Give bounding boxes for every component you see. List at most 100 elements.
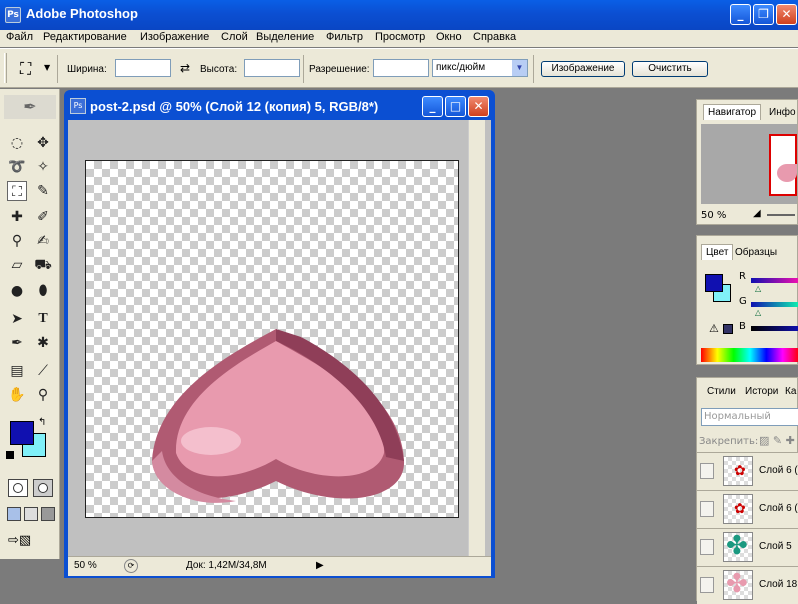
lock-icons[interactable]: ▨ ✎ ✚ — [759, 434, 795, 447]
tab-history[interactable]: Истори — [741, 384, 782, 399]
fg-swatch[interactable] — [705, 274, 723, 292]
marquee-tool-icon[interactable]: ◌ — [7, 133, 27, 153]
notes-tool-icon[interactable]: ▤ — [7, 361, 27, 381]
zoom-tool-icon[interactable]: ⚲ — [33, 385, 53, 405]
warning-icon[interactable]: ⚠ — [709, 322, 719, 335]
options-bar: ⛶ ▼ Ширина: ⇄ Высота: Разрешение: пикс/д… — [0, 48, 798, 88]
menu-help[interactable]: Справка — [473, 31, 516, 43]
layer-thumbnail: ✿ — [723, 456, 753, 486]
visibility-toggle[interactable] — [700, 501, 714, 517]
g-slider[interactable] — [751, 302, 798, 307]
image-button[interactable]: Изображение — [541, 61, 625, 77]
screen-mode-standard-icon[interactable] — [7, 507, 21, 521]
status-info-icon[interactable]: ⟳ — [124, 559, 138, 573]
menu-window[interactable]: Окно — [436, 31, 462, 43]
screen-mode-full-icon[interactable] — [41, 507, 55, 521]
close-button[interactable]: ✕ — [776, 4, 797, 25]
b-slider[interactable] — [751, 326, 798, 331]
r-slider[interactable] — [751, 278, 798, 283]
height-label: Высота: — [200, 64, 238, 75]
foreground-color-swatch-top[interactable] — [10, 421, 34, 445]
jump-to-imageready-icon[interactable]: ⇨▧ — [8, 533, 52, 551]
type-tool-icon[interactable]: T — [33, 309, 53, 329]
blend-mode-select[interactable]: Нормальный — [701, 408, 798, 426]
tab-info[interactable]: Инфо — [765, 105, 798, 120]
units-select[interactable]: пикс/дюйм ▼ — [432, 59, 528, 77]
crop-tool-icon[interactable]: ⛶ — [20, 59, 31, 79]
eyedropper-icon[interactable]: ⟋ — [33, 361, 53, 381]
menu-image[interactable]: Изображение — [140, 31, 209, 43]
doc-minimize-button[interactable]: _ — [422, 96, 443, 117]
resolution-input[interactable] — [373, 59, 429, 77]
tab-actions[interactable]: Ка — [781, 384, 798, 399]
slider-thumb[interactable]: △ — [755, 308, 761, 317]
tab-swatches[interactable]: Образцы — [731, 245, 781, 260]
feather-icon[interactable]: ✒ — [4, 95, 56, 119]
gamut-swatch[interactable] — [723, 324, 733, 334]
path-select-icon[interactable]: ➤ — [7, 309, 27, 329]
crop-tool-icon[interactable]: ⛶ — [7, 181, 27, 201]
dodge-tool-icon[interactable]: ⬮ — [33, 281, 53, 301]
chevron-down-icon[interactable]: ▼ — [44, 63, 50, 72]
minimize-button[interactable]: _ — [730, 4, 751, 25]
quickmask-mode-icon[interactable] — [33, 479, 53, 497]
swap-icon[interactable]: ⇄ — [180, 61, 190, 75]
blur-tool-icon[interactable]: ● — [7, 281, 27, 301]
layer-row[interactable]: ✿ Слой 6 ( — [697, 452, 798, 490]
restore-button[interactable]: ❐ — [753, 4, 774, 25]
width-label: Ширина: — [67, 64, 107, 75]
paint-bucket-icon[interactable]: ⛟ — [33, 255, 53, 275]
menu-edit[interactable]: Редактирование — [43, 31, 127, 43]
lasso-tool-icon[interactable]: ➰ — [7, 157, 27, 177]
layer-row[interactable]: ✤ Слой 5 — [697, 528, 798, 566]
layer-row[interactable]: ✤ Слой 18 — [697, 566, 798, 604]
menu-layer[interactable]: Слой — [221, 31, 248, 43]
standard-mode-icon[interactable] — [8, 479, 28, 497]
healing-brush-icon[interactable]: ✚ — [7, 207, 27, 227]
visibility-toggle[interactable] — [700, 577, 714, 593]
navigator-zoom[interactable]: 50 % — [701, 210, 726, 221]
layer-row[interactable]: ✿ Слой 6 ( — [697, 490, 798, 528]
play-arrow-icon[interactable]: ▶ — [316, 560, 324, 571]
width-input[interactable] — [115, 59, 171, 77]
screen-mode-menu-icon[interactable] — [24, 507, 38, 521]
doc-maximize-button[interactable]: □ — [445, 96, 466, 117]
navigator-preview[interactable] — [701, 124, 797, 204]
slider-thumb[interactable]: △ — [755, 284, 761, 293]
brush-tool-icon[interactable]: ✐ — [33, 207, 53, 227]
default-colors-icon[interactable] — [6, 451, 14, 459]
doc-close-button[interactable]: ✕ — [468, 96, 489, 117]
tab-navigator[interactable]: Навигатор — [703, 104, 762, 120]
document-window: Ps post-2.psd @ 50% (Слой 12 (копия) 5, … — [64, 90, 495, 578]
zoom-out-icon[interactable]: ◢ — [753, 208, 761, 219]
vertical-scrollbar[interactable] — [468, 120, 485, 556]
tab-styles[interactable]: Стили — [703, 384, 740, 399]
move-tool-icon[interactable]: ✥ — [33, 133, 53, 153]
swap-colors-icon[interactable]: ↰ — [38, 417, 46, 428]
slice-tool-icon[interactable]: ✎ — [33, 181, 53, 201]
shape-tool-icon[interactable]: ✱ — [33, 333, 53, 353]
pen-tool-icon[interactable]: ✒ — [7, 333, 27, 353]
eraser-tool-icon[interactable]: ▱ — [7, 255, 27, 275]
options-grip[interactable] — [4, 53, 7, 83]
divider — [303, 55, 304, 83]
menu-filter[interactable]: Фильтр — [326, 31, 363, 43]
height-input[interactable] — [244, 59, 300, 77]
history-brush-icon[interactable]: ✍ — [33, 231, 53, 251]
menu-view[interactable]: Просмотр — [375, 31, 425, 43]
visibility-toggle[interactable] — [700, 539, 714, 555]
visibility-toggle[interactable] — [700, 463, 714, 479]
stamp-tool-icon[interactable]: ⚲ — [7, 231, 27, 251]
menu-file[interactable]: Файл — [6, 31, 33, 43]
chevron-down-icon[interactable]: ▼ — [512, 60, 527, 76]
magic-wand-icon[interactable]: ✧ — [33, 157, 53, 177]
navigator-view-box[interactable] — [769, 134, 797, 196]
zoom-slider[interactable] — [767, 214, 795, 216]
tab-color[interactable]: Цвет — [701, 244, 734, 260]
image-canvas[interactable] — [85, 160, 459, 518]
color-spectrum-bar[interactable] — [701, 348, 798, 362]
menu-select[interactable]: Выделение — [256, 31, 314, 43]
zoom-level[interactable]: 50 % — [74, 560, 97, 571]
hand-tool-icon[interactable]: ✋ — [7, 385, 27, 405]
clear-button[interactable]: Очистить — [632, 61, 708, 77]
